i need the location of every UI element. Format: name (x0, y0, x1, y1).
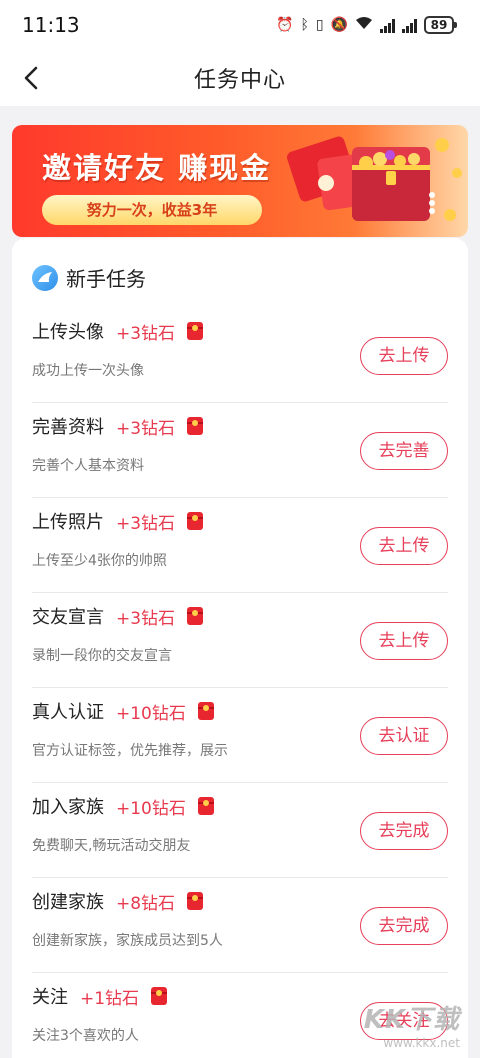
task-reward: +3钻石 (116, 608, 176, 629)
status-bar: 11:13 ⏰ ᛒ ▯ 🔕 89 (0, 0, 480, 50)
upload-photos-button[interactable]: 去上传 (360, 527, 448, 565)
task-description: 官方认证标签，优先推荐，展示 (32, 743, 228, 759)
status-icons: ⏰ ᛒ ▯ 🔕 89 (276, 16, 457, 34)
section-title: 新手任务 (66, 267, 146, 291)
red-packet-icon (187, 512, 204, 530)
red-packet-icon (187, 607, 204, 625)
task-name-row: 创建家族 +8钻石 (32, 888, 204, 914)
vibrate-icon: ▯ (315, 17, 324, 33)
task-name-row: 完善资料 +3钻石 (32, 413, 204, 439)
watermark-logo: KK下载 (363, 1005, 460, 1035)
battery-icon: 89 (424, 16, 457, 34)
banner-subtitle: 努力一次，收益3年 (42, 195, 262, 225)
task-description: 成功上传一次头像 (32, 363, 144, 379)
task-reward: +3钻石 (116, 323, 176, 344)
task-name: 上传头像 (32, 322, 104, 343)
wifi-icon (355, 16, 373, 34)
task-item: 加入家族 +10钻石 免费聊天,畅玩活动交朋友 去完成 (32, 783, 448, 878)
task-name: 真人认证 (32, 702, 104, 723)
complete-profile-button[interactable]: 去完善 (360, 432, 448, 470)
task-description: 录制一段你的交友宣言 (32, 648, 172, 664)
task-name-row: 真人认证 +10钻石 (32, 698, 214, 724)
task-name: 交友宣言 (32, 607, 104, 628)
task-reward: +10钻石 (116, 798, 186, 819)
nav-bar: 任务中心 (0, 50, 480, 106)
task-name-row: 上传照片 +3钻石 (32, 508, 204, 534)
task-card: 新手任务 上传头像 +3钻石 成功上传一次头像 去上传 完善资料 +3钻石 完善… (12, 238, 468, 1058)
task-item: 创建家族 +8钻石 创建新家族，家族成员达到5人 去完成 (32, 878, 448, 973)
watermark-url: www.kkx.net (383, 1036, 460, 1050)
task-item: 完善资料 +3钻石 完善个人基本资料 去完善 (32, 403, 448, 498)
bird-icon (32, 264, 58, 291)
task-reward: +3钻石 (116, 513, 176, 534)
invite-banner[interactable]: 邀请好友 赚现金 努力一次，收益3年 (12, 125, 468, 237)
signal-4g-icon (380, 17, 395, 33)
task-name: 完善资料 (32, 417, 104, 438)
signal-4g-icon (402, 17, 417, 33)
banner-title: 邀请好友 赚现金 (42, 151, 272, 185)
task-reward: +3钻石 (116, 418, 176, 439)
watermark: KK下载 www.kkx.net (364, 999, 460, 1050)
red-packet-icon (197, 702, 214, 720)
status-time: 11:13 (22, 13, 80, 37)
task-reward: +8钻石 (116, 893, 176, 914)
task-item: 上传照片 +3钻石 上传至少4张你的帅照 去上传 (32, 498, 448, 593)
task-reward: +1钻石 (80, 988, 140, 1009)
task-name: 关注 (32, 987, 68, 1008)
page-title: 任务中心 (193, 68, 286, 93)
task-description: 免费聊天,畅玩活动交朋友 (32, 838, 191, 854)
task-description: 创建新家族，家族成员达到5人 (32, 933, 223, 949)
task-name-row: 上传头像 +3钻石 (32, 318, 204, 344)
task-name: 上传照片 (32, 512, 104, 533)
chevron-left-icon (24, 66, 38, 90)
task-name-row: 交友宣言 +3钻石 (32, 603, 204, 629)
task-name: 加入家族 (32, 797, 104, 818)
task-item: 上传头像 +3钻石 成功上传一次头像 去上传 (32, 308, 448, 403)
task-reward: +10钻石 (116, 703, 186, 724)
treasure-chest-icon (286, 136, 462, 221)
create-family-button[interactable]: 去完成 (360, 907, 448, 945)
mute-icon: 🔕 (330, 17, 348, 33)
section-header: 新手任务 (32, 263, 146, 292)
task-item: 交友宣言 +3钻石 录制一段你的交友宣言 去上传 (32, 593, 448, 688)
task-name-row: 加入家族 +10钻石 (32, 793, 214, 819)
red-packet-icon (197, 797, 214, 815)
task-description: 关注3个喜欢的人 (32, 1028, 139, 1044)
red-packet-icon (151, 987, 168, 1005)
task-description: 完善个人基本资料 (32, 458, 144, 474)
red-packet-icon (187, 892, 204, 910)
red-packet-icon (187, 322, 204, 340)
verify-button[interactable]: 去认证 (360, 717, 448, 755)
task-description: 上传至少4张你的帅照 (32, 553, 167, 569)
red-packet-icon (187, 417, 204, 435)
task-name-row: 关注 +1钻石 (32, 983, 168, 1009)
task-item: 真人认证 +10钻石 官方认证标签，优先推荐，展示 去认证 (32, 688, 448, 783)
upload-avatar-button[interactable]: 去上传 (360, 337, 448, 375)
join-family-button[interactable]: 去完成 (360, 812, 448, 850)
alarm-icon: ⏰ (276, 17, 294, 33)
task-name: 创建家族 (32, 892, 104, 913)
upload-declaration-button[interactable]: 去上传 (360, 622, 448, 660)
bluetooth-icon: ᛒ (300, 17, 309, 33)
back-button[interactable] (14, 60, 50, 96)
